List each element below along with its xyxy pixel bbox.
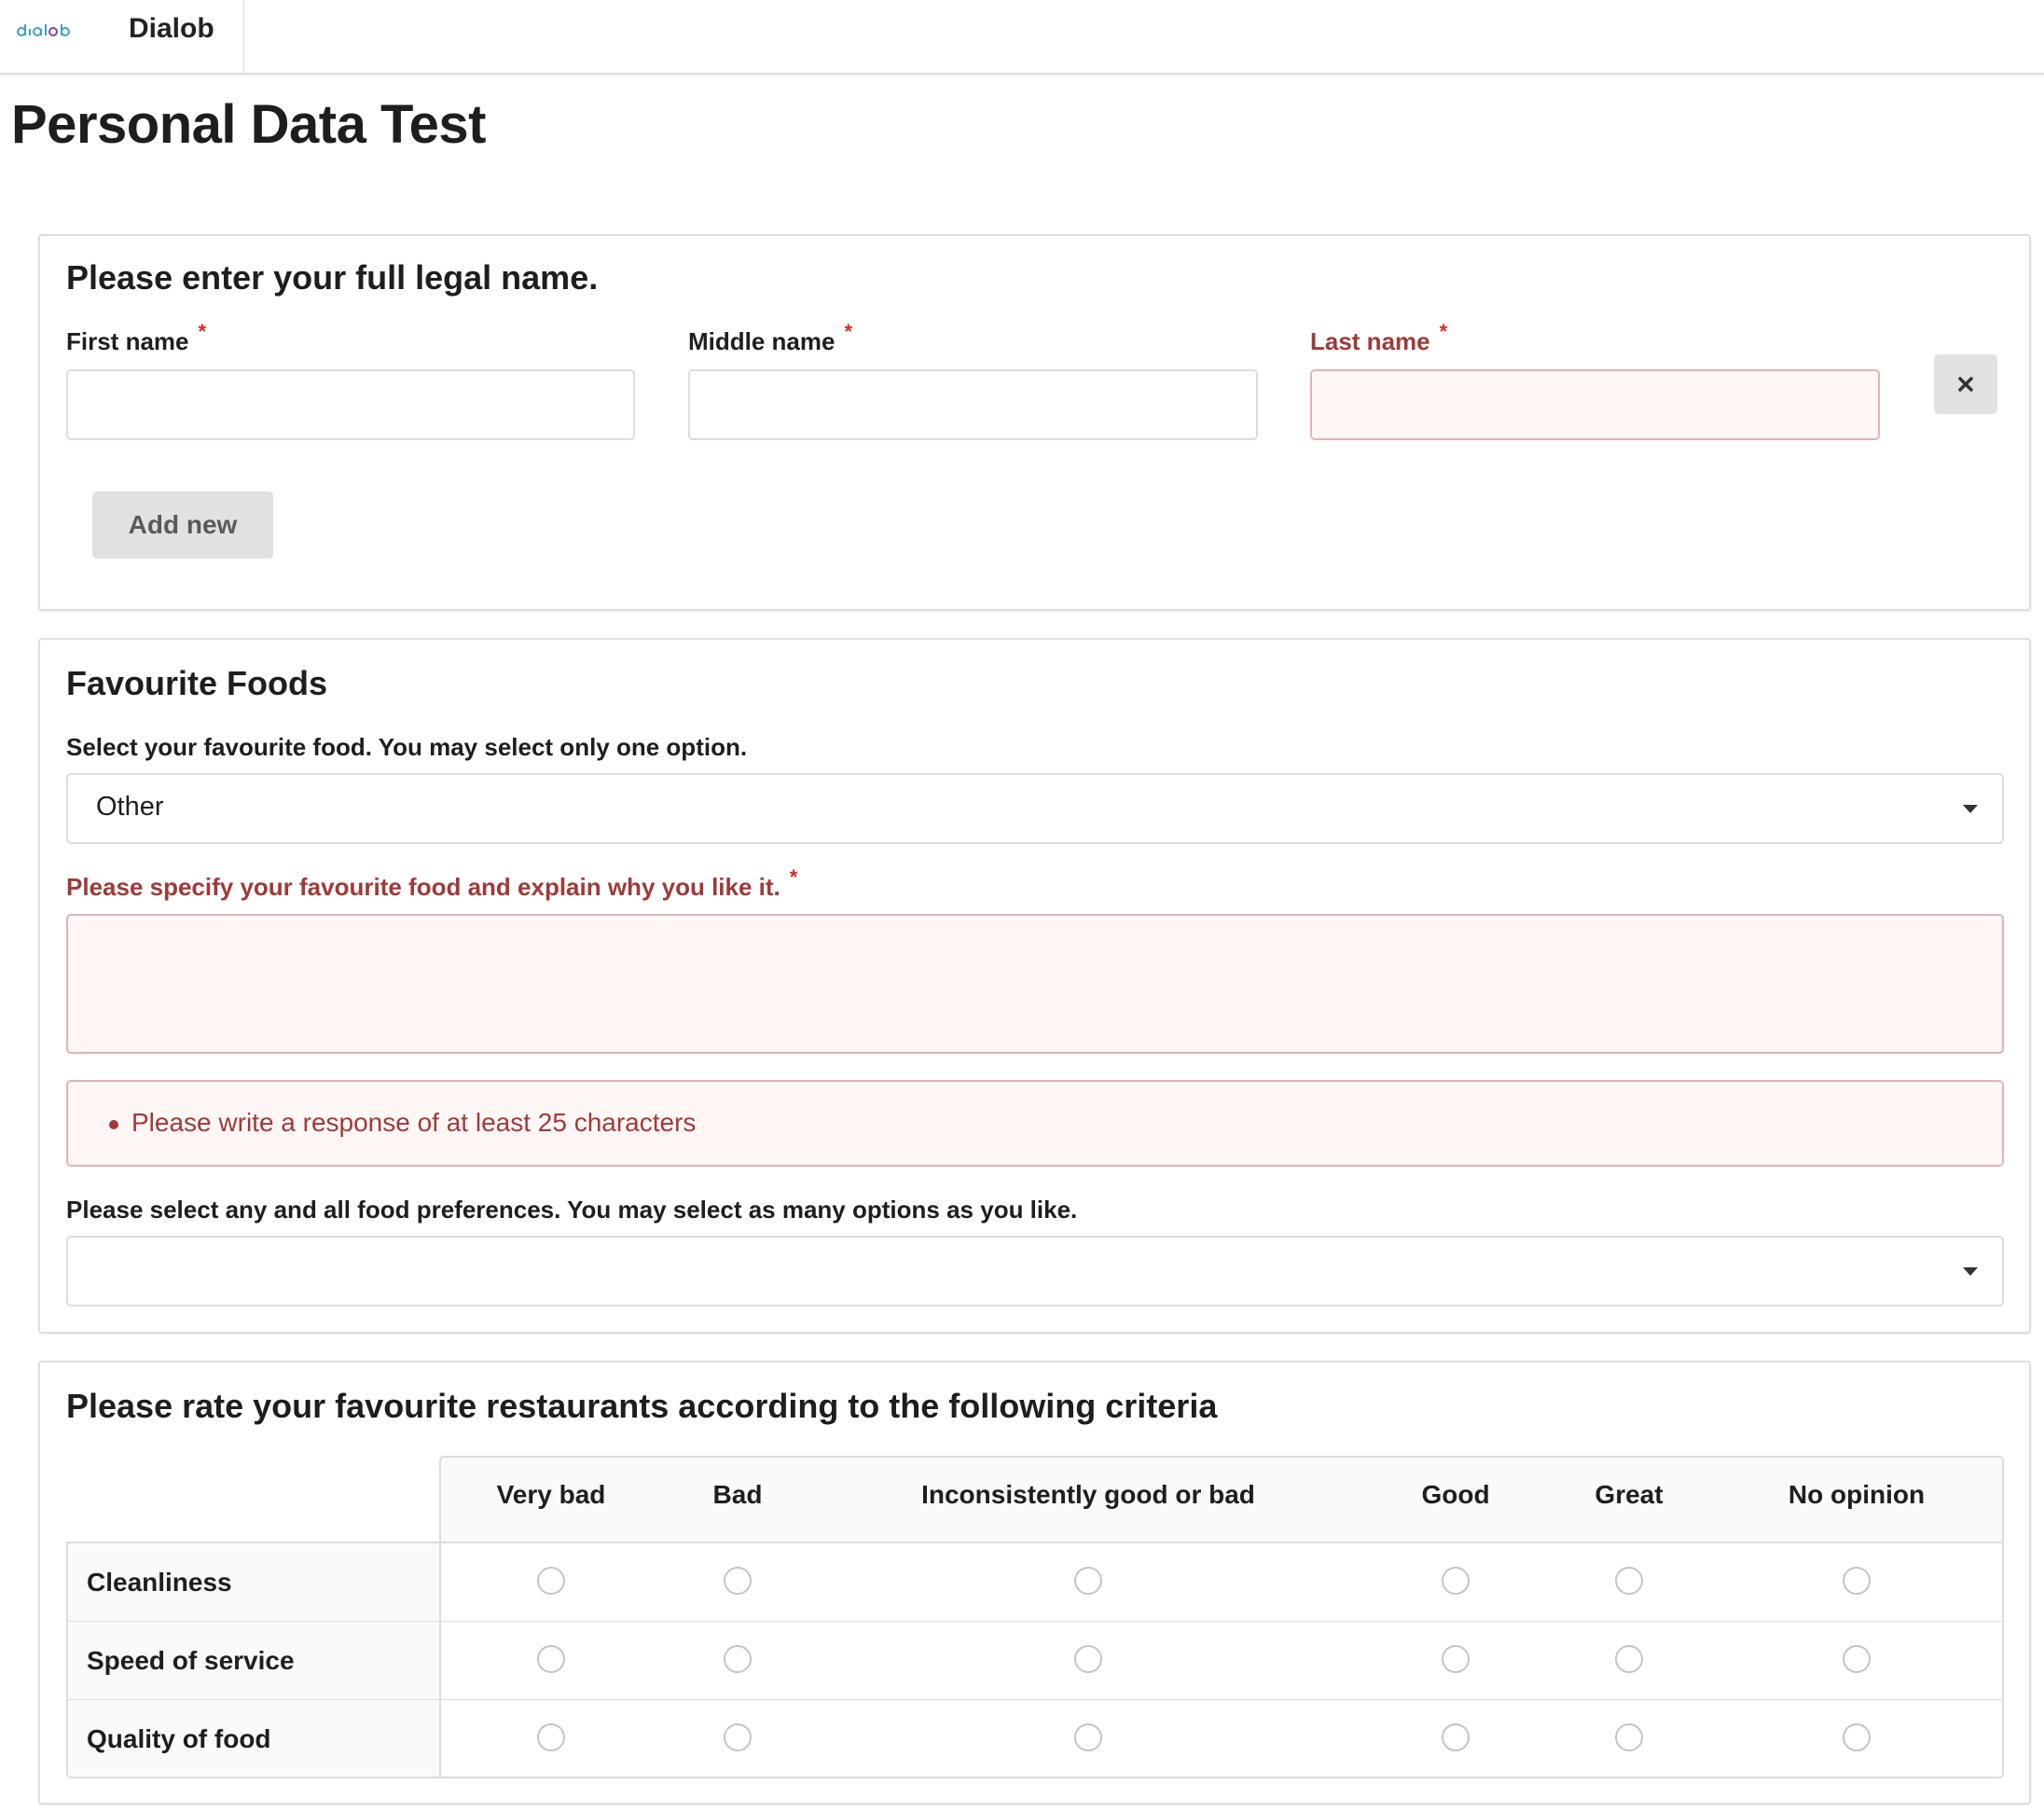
specify-food-textarea[interactable]	[66, 914, 2004, 1054]
radio-quality-bad[interactable]	[724, 1723, 752, 1751]
row-label-quality-of-food: Quality of food	[87, 1724, 271, 1753]
radio-cleanliness-great[interactable]	[1615, 1567, 1643, 1595]
required-marker: *	[1439, 320, 1448, 343]
radio-quality-very-bad[interactable]	[537, 1723, 565, 1751]
radio-speed-great[interactable]	[1615, 1645, 1643, 1673]
radio-quality-good[interactable]	[1442, 1723, 1470, 1751]
caret-down-icon	[1963, 805, 1978, 813]
restaurant-rating-title: Please rate your favourite restaurants a…	[66, 1387, 1218, 1425]
column-header: No opinion	[1788, 1480, 1926, 1509]
radio-speed-inconsistent[interactable]	[1074, 1645, 1102, 1673]
name-group-card: Please enter your full legal name. First…	[38, 234, 2031, 611]
name-group-title: Please enter your full legal name.	[66, 258, 599, 297]
validation-error-message: Please write a response of at least 25 c…	[66, 1080, 2004, 1167]
caret-down-icon	[1963, 1267, 1978, 1276]
radio-quality-no-opinion[interactable]	[1843, 1723, 1871, 1751]
radio-quality-inconsistent[interactable]	[1074, 1723, 1102, 1751]
radio-cleanliness-no-opinion[interactable]	[1843, 1567, 1871, 1595]
add-new-button[interactable]: Add new	[92, 491, 273, 559]
column-header: Good	[1421, 1480, 1490, 1509]
validation-error-text: Please write a response of at least 25 c…	[131, 1108, 697, 1137]
brand-menu-item[interactable]: Dialob	[104, 0, 244, 73]
radio-cleanliness-inconsistent[interactable]	[1074, 1567, 1102, 1595]
required-marker: *	[844, 320, 853, 343]
row-label-cleanliness: Cleanliness	[87, 1568, 232, 1597]
required-marker: *	[198, 320, 207, 343]
page-title: Personal Data Test	[11, 94, 486, 155]
favourite-food-dropdown[interactable]: Other	[66, 773, 2004, 844]
column-header: Bad	[712, 1480, 763, 1509]
rating-survey-table: Very bad Bad Inconsistently good or bad …	[66, 1456, 2004, 1778]
first-name-input[interactable]	[66, 369, 635, 440]
survey-body	[66, 1542, 2004, 1778]
remove-row-button[interactable]	[1934, 354, 1997, 414]
food-preferences-dropdown[interactable]	[66, 1236, 2004, 1307]
bullet-icon	[109, 1120, 118, 1129]
required-marker: *	[789, 865, 798, 889]
column-header: Inconsistently good or bad	[921, 1480, 1255, 1509]
top-bar: Dialob	[0, 0, 2044, 75]
column-header: Great	[1595, 1480, 1664, 1509]
radio-speed-good[interactable]	[1442, 1645, 1470, 1673]
first-name-label: First name *	[66, 320, 207, 355]
food-preferences-label: Please select any and all food preferenc…	[66, 1196, 1078, 1224]
favourite-foods-card: Favourite Foods Select your favourite fo…	[38, 638, 2031, 1334]
row-label-speed-of-service: Speed of service	[87, 1646, 295, 1675]
dialob-logo[interactable]	[16, 21, 90, 41]
favourite-food-value: Other	[96, 792, 164, 822]
specify-food-label: Please specify your favourite food and e…	[66, 865, 798, 901]
radio-quality-great[interactable]	[1615, 1723, 1643, 1751]
row-divider	[68, 1699, 2002, 1700]
column-header: Very bad	[496, 1480, 606, 1509]
restaurant-rating-card: Please rate your favourite restaurants a…	[38, 1361, 2031, 1805]
last-name-input[interactable]	[1310, 369, 1880, 440]
brand-name: Dialob	[129, 13, 214, 44]
middle-name-label: Middle name *	[688, 320, 853, 355]
favourite-foods-title: Favourite Foods	[66, 664, 328, 702]
middle-name-input[interactable]	[688, 369, 1258, 440]
radio-speed-no-opinion[interactable]	[1843, 1645, 1871, 1673]
last-name-label: Last name *	[1310, 320, 1448, 355]
row-divider	[68, 1621, 2002, 1622]
favourite-food-label: Select your favourite food. You may sele…	[66, 733, 748, 761]
close-icon	[1958, 377, 1973, 392]
radio-cleanliness-very-bad[interactable]	[537, 1567, 565, 1595]
radio-speed-bad[interactable]	[724, 1645, 752, 1673]
radio-speed-very-bad[interactable]	[537, 1645, 565, 1673]
radio-cleanliness-good[interactable]	[1442, 1567, 1470, 1595]
radio-cleanliness-bad[interactable]	[724, 1567, 752, 1595]
